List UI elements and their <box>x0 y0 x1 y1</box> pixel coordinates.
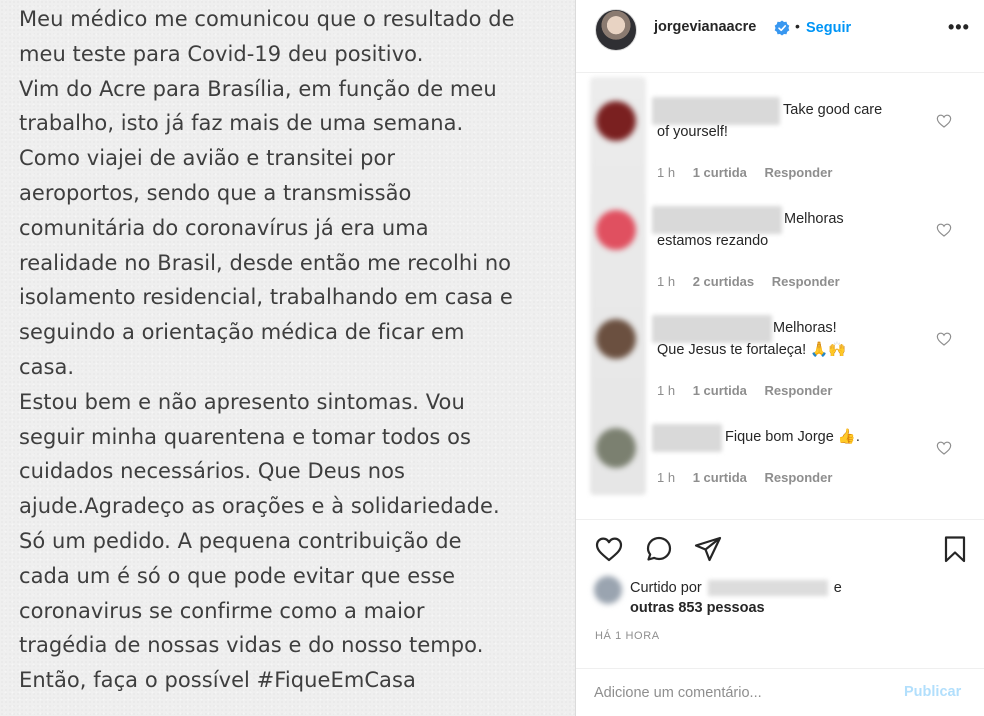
post-image: Meu médico me comunicou que o resultado … <box>0 0 575 716</box>
heart-icon[interactable] <box>936 113 952 129</box>
comment-likes[interactable]: 2 curtidas <box>693 274 754 289</box>
comment-likes[interactable]: 1 curtida <box>693 470 747 485</box>
comment-meta: 1 h 2 curtidas Responder <box>657 274 854 289</box>
post-header: jorgevianaacre • Seguir ••• <box>576 0 984 73</box>
comment-time[interactable]: 1 h <box>657 470 675 485</box>
post-image-text: Meu médico me comunicou que o resultado … <box>19 7 515 693</box>
header-separator: • <box>795 18 800 34</box>
post-side-panel: jorgevianaacre • Seguir ••• Take good ca… <box>576 0 984 716</box>
reply-button[interactable]: Responder <box>765 165 833 180</box>
liked-by-text[interactable]: Curtido por e outras 853 pessoas <box>630 578 960 618</box>
comment-text: Melhoras estamos rezando <box>657 211 844 249</box>
bookmark-icon[interactable] <box>940 534 970 564</box>
comment-meta: 1 h 1 curtida Responder <box>657 383 846 398</box>
comment-icon[interactable] <box>644 534 674 564</box>
comment-likes[interactable]: 1 curtida <box>693 165 747 180</box>
heart-icon[interactable] <box>936 331 952 347</box>
comment-time[interactable]: 1 h <box>657 274 675 289</box>
comment-meta: 1 h 1 curtida Responder <box>657 470 846 485</box>
follow-button[interactable]: Seguir <box>806 20 851 36</box>
heart-icon[interactable] <box>936 440 952 456</box>
post-timestamp[interactable]: HÁ 1 HORA <box>595 630 660 642</box>
comment-likes[interactable]: 1 curtida <box>693 383 747 398</box>
post-actions-bar <box>576 520 984 580</box>
liked-by-prefix: Curtido por <box>630 580 702 596</box>
avatar[interactable] <box>595 9 637 51</box>
liked-by-suffix: e <box>833 580 842 596</box>
reply-button[interactable]: Responder <box>765 383 833 398</box>
publish-button[interactable]: Publicar <box>904 684 961 700</box>
heart-icon[interactable] <box>594 534 624 564</box>
liked-by-username-blurred[interactable] <box>707 580 828 597</box>
comment-text: Take good care of yourself! <box>657 102 883 140</box>
comment-time[interactable]: 1 h <box>657 383 675 398</box>
comment-avatar[interactable] <box>596 101 636 141</box>
reply-button[interactable]: Responder <box>765 470 833 485</box>
liked-by-avatar[interactable] <box>594 576 622 604</box>
comment-avatar[interactable] <box>596 428 636 468</box>
add-comment-bar: Publicar <box>576 668 984 716</box>
comment-avatar[interactable] <box>596 319 636 359</box>
heart-icon[interactable] <box>936 222 952 238</box>
reply-button[interactable]: Responder <box>772 274 840 289</box>
comment-avatar[interactable] <box>596 210 636 250</box>
comment-meta: 1 h 1 curtida Responder <box>657 165 846 180</box>
comments-list[interactable]: Take good care of yourself! 1 h 1 curtid… <box>576 73 984 519</box>
comment-input[interactable] <box>594 680 894 706</box>
liked-by-others[interactable]: outras 853 pessoas <box>630 600 765 616</box>
more-options-icon[interactable]: ••• <box>948 17 970 38</box>
share-icon[interactable] <box>693 534 723 564</box>
username-link[interactable]: jorgevianaacre <box>654 19 756 35</box>
comment-time[interactable]: 1 h <box>657 165 675 180</box>
verified-badge-icon <box>774 20 790 36</box>
comment-text: Melhoras! Que Jesus te fortaleça! 🙏🙌 <box>657 320 847 358</box>
comment-text: Fique bom Jorge 👍. <box>725 429 860 445</box>
